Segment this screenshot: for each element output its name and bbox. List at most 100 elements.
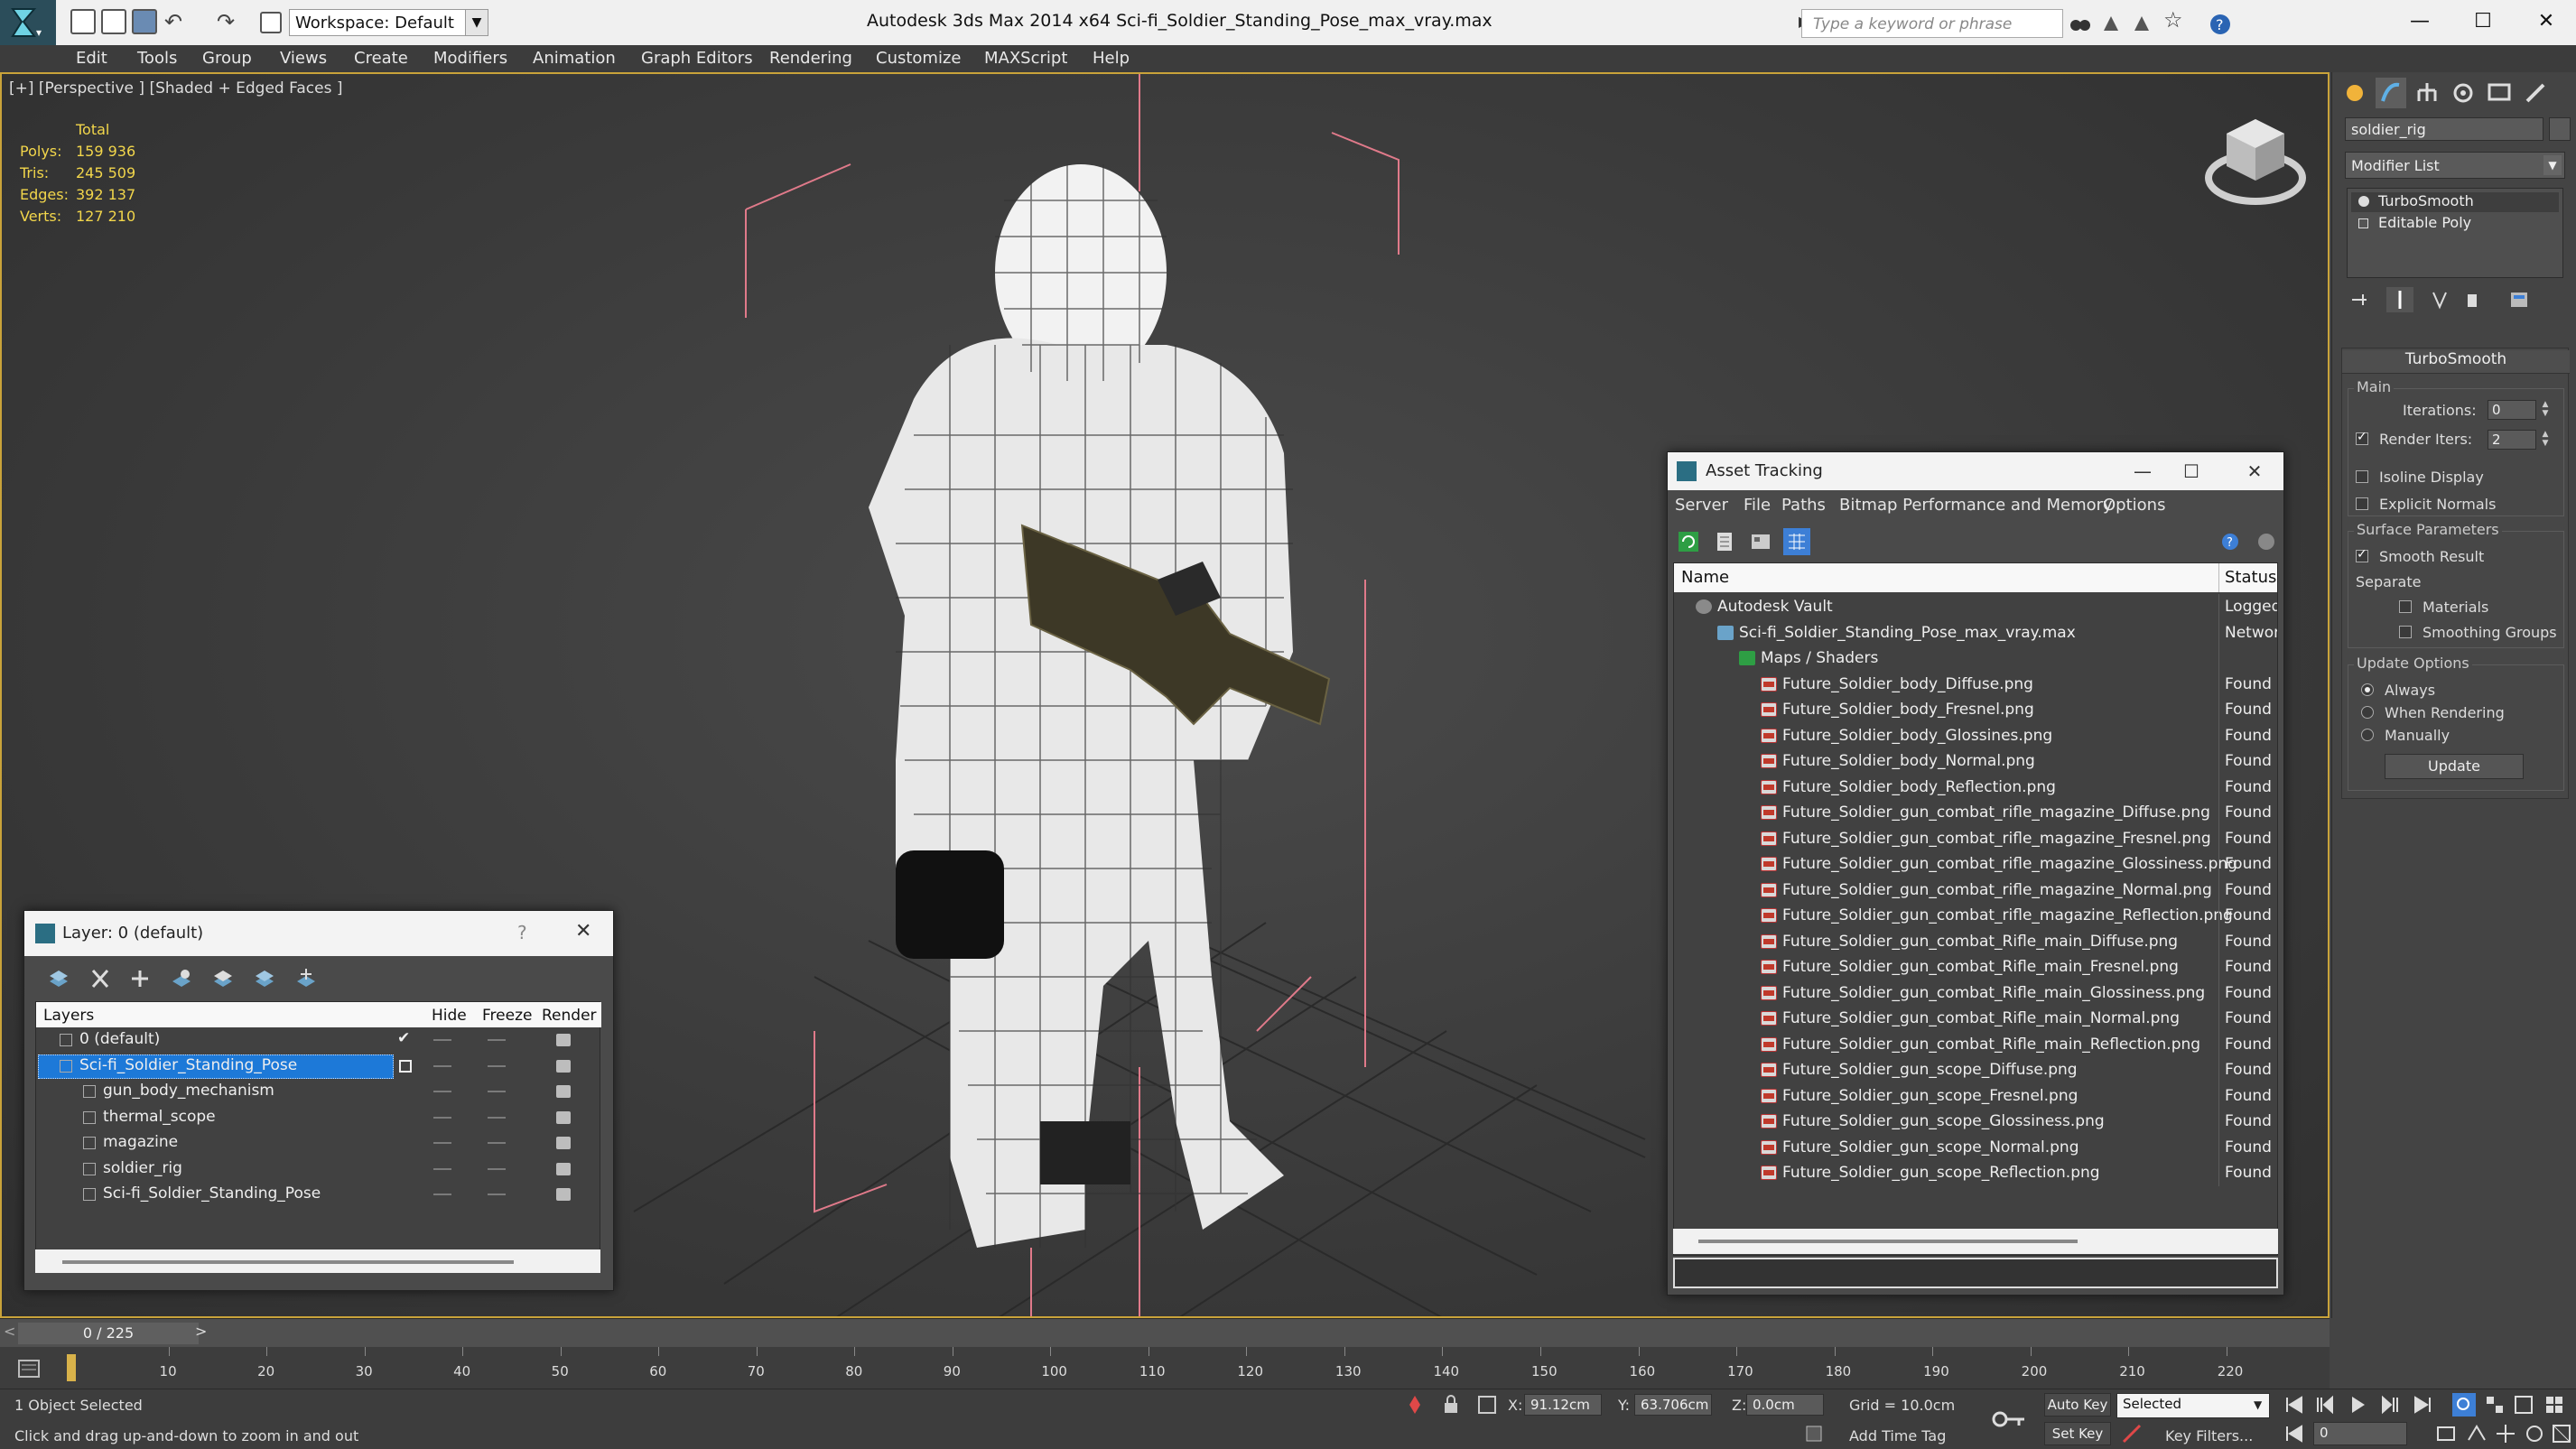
layer-close-button[interactable]: ✕ xyxy=(575,920,591,943)
column-layers[interactable]: Layers xyxy=(43,1007,94,1025)
modifier-list-arrow-icon[interactable]: ▼ xyxy=(2543,155,2562,175)
freeze-toggle[interactable] xyxy=(488,1194,506,1195)
open-file-icon[interactable] xyxy=(101,9,126,34)
update-always-radio[interactable] xyxy=(2361,683,2374,696)
render-teapot-icon[interactable] xyxy=(556,1188,571,1201)
zoom-all-icon[interactable] xyxy=(2483,1393,2506,1416)
object-name-field[interactable]: soldier_rig xyxy=(2345,117,2543,141)
asset-row[interactable]: Future_Soldier_gun_combat_rifle_magazine… xyxy=(1674,851,2277,878)
field-of-view-icon[interactable] xyxy=(2465,1422,2488,1445)
table-view-icon[interactable] xyxy=(1783,528,1810,555)
asset-tracking-titlebar[interactable]: Asset Tracking — ☐ ✕ xyxy=(1668,452,2283,490)
time-slider[interactable]: < 0 / 225 > xyxy=(0,1318,2330,1347)
layer-row[interactable]: Sci-fi_Soldier_Standing_Pose xyxy=(36,1182,601,1208)
time-slider-thumb[interactable]: 0 / 225 xyxy=(18,1323,199,1344)
display-tab-icon[interactable] xyxy=(2484,78,2515,108)
make-unique-icon[interactable] xyxy=(2426,287,2453,312)
freeze-toggle[interactable] xyxy=(488,1064,506,1067)
asset-row[interactable]: Future_Soldier_gun_scope_Diffuse.png Foun… xyxy=(1674,1057,2277,1083)
utilities-tab-icon[interactable] xyxy=(2520,78,2551,108)
add-time-tag-label[interactable]: Add Time Tag xyxy=(1849,1427,1946,1444)
asset-menu-options[interactable]: Options xyxy=(2103,496,2165,515)
menu-help[interactable]: Help xyxy=(1093,49,1130,68)
render-teapot-icon[interactable] xyxy=(556,1110,571,1124)
column-hide[interactable]: Hide xyxy=(432,1007,467,1025)
separate-smoothing-groups-checkbox[interactable] xyxy=(2399,626,2412,638)
menu-maxscript[interactable]: MAXScript xyxy=(984,49,1067,68)
asset-row[interactable]: Future_Soldier_body_Normal.png Found xyxy=(1674,748,2277,775)
iterations-spinner-arrows-icon[interactable]: ▲ ▼ xyxy=(2540,400,2551,420)
time-prev-icon[interactable]: < xyxy=(4,1323,15,1340)
asset-row[interactable]: Future_Soldier_gun_combat_Rifle_main_Fre… xyxy=(1674,954,2277,980)
subscription-icon[interactable] xyxy=(2131,13,2153,34)
layer-row[interactable]: magazine xyxy=(36,1130,601,1156)
asset-menu-server[interactable]: Server xyxy=(1675,496,1728,515)
asset-minimize-button[interactable]: — xyxy=(2125,458,2161,485)
menu-edit[interactable]: Edit xyxy=(76,49,107,68)
favorites-star-icon[interactable]: ☆ xyxy=(2163,7,2185,33)
maximize-viewport-icon[interactable] xyxy=(2550,1422,2573,1445)
hide-toggle[interactable] xyxy=(433,1064,451,1067)
zoom-icon[interactable] xyxy=(2452,1393,2476,1416)
menu-views[interactable]: Views xyxy=(280,49,327,68)
add-to-layer-icon[interactable] xyxy=(127,967,153,990)
update-when-rendering-radio[interactable] xyxy=(2361,706,2374,719)
asset-row[interactable]: Sci-fi_Soldier_Standing_Pose_max_vray.ma… xyxy=(1674,619,2277,646)
column-status[interactable]: Status xyxy=(2225,568,2276,587)
configure-modifier-sets-icon[interactable] xyxy=(2506,287,2533,312)
create-layer-icon[interactable] xyxy=(46,967,71,990)
refresh-icon[interactable] xyxy=(1675,528,1702,555)
menu-animation[interactable]: Animation xyxy=(533,49,616,68)
update-button[interactable]: Update xyxy=(2385,754,2524,779)
object-color-swatch[interactable] xyxy=(2549,117,2571,141)
column-freeze[interactable]: Freeze xyxy=(482,1007,532,1025)
pin-stack-icon[interactable] xyxy=(2347,287,2374,312)
workspace-dropdown-icon[interactable]: ▼ xyxy=(465,9,488,36)
layer-row[interactable]: soldier_rig xyxy=(36,1156,601,1183)
stack-item-turbosmooth[interactable]: TurboSmooth xyxy=(2351,192,2559,212)
render-teapot-icon[interactable] xyxy=(556,1137,571,1149)
show-end-result-icon[interactable] xyxy=(2386,287,2413,312)
set-key-mode-icon[interactable] xyxy=(1992,1407,2028,1431)
asset-row[interactable]: Future_Soldier_gun_combat_rifle_magazine… xyxy=(1674,825,2277,851)
asset-row[interactable]: Future_Soldier_gun_combat_Rifle_main_Glo… xyxy=(1674,980,2277,1006)
time-configuration-icon[interactable] xyxy=(2434,1422,2458,1445)
menu-modifiers[interactable]: Modifiers xyxy=(433,49,507,68)
asset-row[interactable]: Future_Soldier_body_Glossines.png Found xyxy=(1674,722,2277,748)
layer-row[interactable]: gun_body_mechanism xyxy=(36,1079,601,1105)
freeze-toggle[interactable] xyxy=(488,1039,506,1041)
x-coordinate-field[interactable]: 91.12cm xyxy=(1524,1394,1602,1416)
hierarchy-tab-icon[interactable] xyxy=(2412,78,2442,108)
asset-row[interactable]: Future_Soldier_gun_combat_Rifle_main_Dif… xyxy=(1674,928,2277,954)
auto-key-button[interactable]: Auto Key xyxy=(2044,1393,2111,1416)
asset-row[interactable]: Future_Soldier_gun_scope_Fresnel.png Foun… xyxy=(1674,1082,2277,1109)
asset-row[interactable]: Future_Soldier_gun_combat_Rifle_main_Ref… xyxy=(1674,1031,2277,1057)
z-coordinate-field[interactable]: 0.0cm xyxy=(1746,1394,1824,1416)
add-time-tag-icon[interactable] xyxy=(1802,1422,1826,1445)
asset-menu-bitmap-performance[interactable]: Bitmap Performance and Memory xyxy=(1839,496,2113,515)
menu-tools[interactable]: Tools xyxy=(137,49,177,68)
current-frame-field[interactable]: 0 xyxy=(2313,1422,2407,1445)
explicit-normals-checkbox[interactable] xyxy=(2356,497,2368,510)
absolute-mode-icon[interactable] xyxy=(1475,1393,1499,1416)
go-to-end-icon[interactable] xyxy=(2411,1393,2434,1416)
layer-row[interactable]: 0 (default) ✔ xyxy=(36,1027,601,1054)
minimize-button[interactable]: — xyxy=(2397,4,2442,40)
select-objects-in-layer-icon[interactable] xyxy=(169,967,194,990)
go-to-start-icon[interactable] xyxy=(2283,1393,2306,1416)
hide-toggle[interactable] xyxy=(433,1091,451,1092)
asset-row[interactable]: Autodesk Vault Logged xyxy=(1674,594,2277,620)
render-teapot-icon[interactable] xyxy=(556,1034,571,1046)
asset-row[interactable]: Maps / Shaders xyxy=(1674,646,2277,672)
rollout-title[interactable]: TurboSmooth xyxy=(2342,350,2570,374)
pan-view-icon[interactable] xyxy=(2494,1422,2517,1445)
set-key-icon[interactable] xyxy=(2120,1422,2144,1445)
list-view-icon[interactable] xyxy=(1711,528,1738,555)
column-name[interactable]: Name xyxy=(1681,568,1729,587)
redo-icon[interactable]: ↷ xyxy=(217,9,235,34)
separate-materials-checkbox[interactable] xyxy=(2399,600,2412,613)
hide-toggle[interactable] xyxy=(433,1167,451,1170)
delete-layer-icon[interactable] xyxy=(88,967,113,990)
viewcube-icon[interactable] xyxy=(2201,110,2310,209)
next-frame-icon[interactable] xyxy=(2378,1393,2402,1416)
